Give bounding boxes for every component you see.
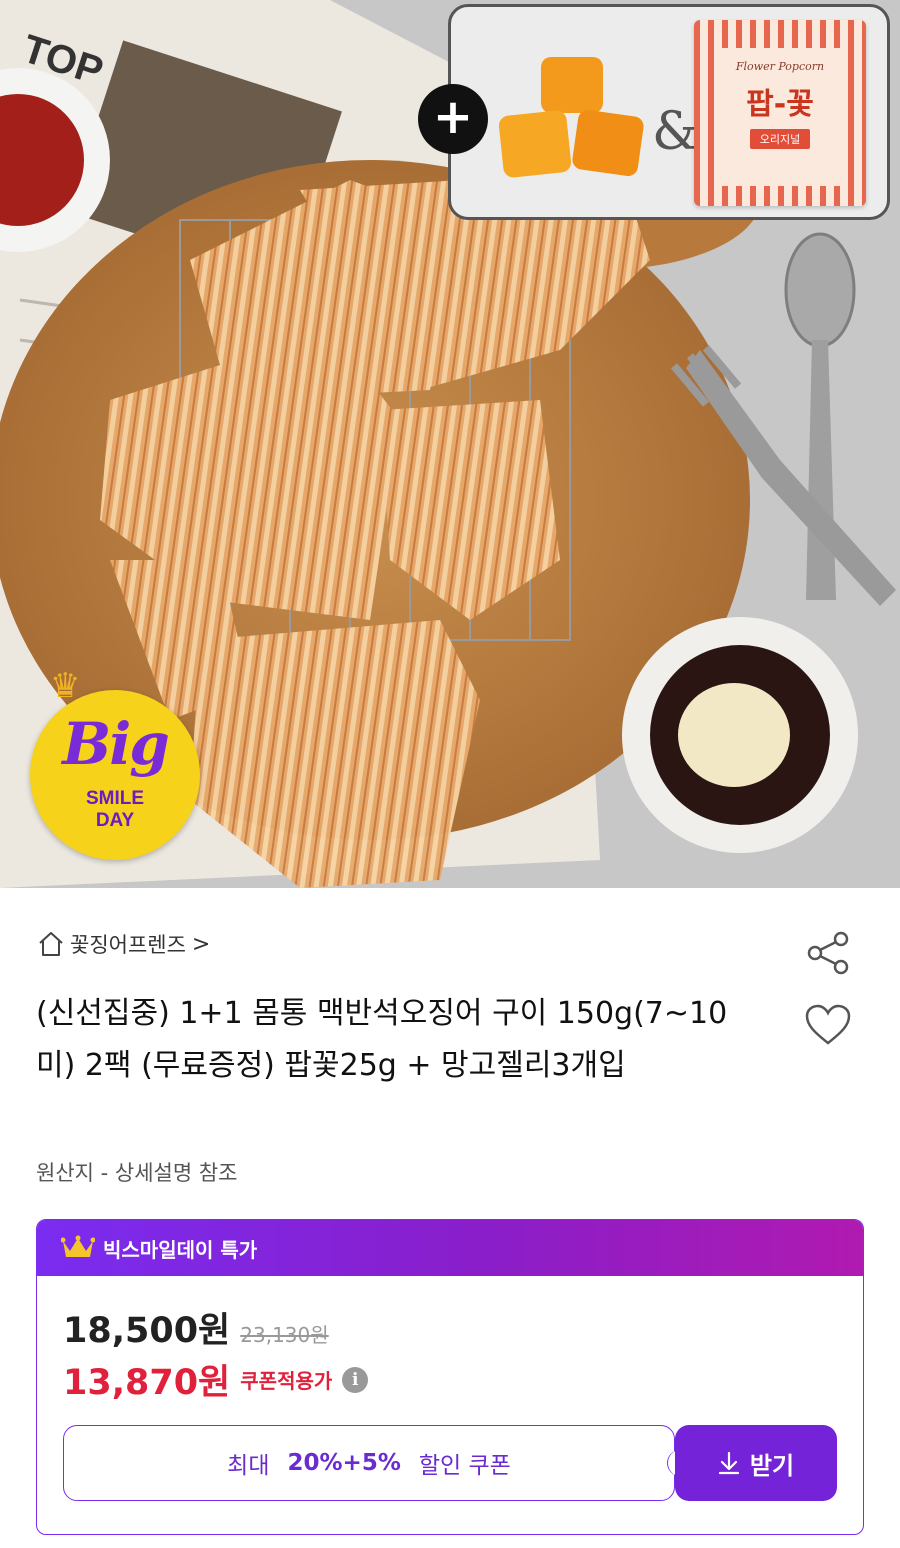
coupon-suffix: 할인 쿠폰 (418, 1453, 511, 1479)
price-card-header: 빅스마일데이 특가 (37, 1220, 863, 1276)
coupon-prefix: 최대 (227, 1453, 270, 1479)
pouch-brand: Flower Popcorn (735, 60, 825, 73)
popcorn-pouch-image: Flower Popcorn 팝-꽃 오리지널 (694, 20, 866, 206)
get-coupon-label: 받기 (749, 1451, 795, 1480)
badge-big-text: Big (62, 710, 170, 778)
badge-day-text: DAY (95, 810, 135, 831)
home-icon (39, 932, 63, 956)
download-icon (718, 1451, 740, 1475)
heart-icon[interactable] (804, 1003, 852, 1047)
store-link[interactable]: 꽃징어프렌즈 > (36, 928, 210, 960)
pouch-sub: 오리지널 (749, 129, 811, 149)
coupon-percent: 20%+5% (287, 1450, 401, 1476)
share-icon[interactable] (806, 930, 852, 976)
crown-icon (61, 1235, 95, 1257)
product-title: (신선집중) 1+1 몸통 맥반석오징어 구이 150g(7~10미) 2팩 (… (36, 996, 728, 1083)
pouch-title: 팝-꽃 (746, 87, 814, 122)
coupon-price-label: 쿠폰적용가 (240, 1369, 333, 1393)
original-price: 23,130원 (240, 1323, 329, 1347)
ampersand: & (652, 102, 699, 162)
badge-smile-text: SMILE (85, 788, 145, 809)
sale-price: 18,500원 (63, 1311, 231, 1351)
price-row: 18,500원 23,130원 (63, 1302, 329, 1353)
coupon-price-row: 13,870원 쿠폰적용가 i (63, 1354, 369, 1405)
product-image[interactable]: TOP SEL ♛ Big SMILE DAY + & Flower Popco… (0, 0, 900, 888)
chevron-right-icon: > (191, 931, 211, 957)
deal-label: 빅스마일데이 특가 (103, 1237, 258, 1262)
coupon-button[interactable]: 최대 20%+5% 할인 쿠폰 (63, 1425, 675, 1501)
big-smile-day-badge: ♛ Big SMILE DAY (30, 666, 200, 860)
info-icon[interactable]: i (342, 1366, 369, 1393)
plus-icon: + (418, 84, 488, 154)
get-coupon-button[interactable]: 받기 (675, 1425, 837, 1501)
store-name: 꽃징어프렌즈 (70, 933, 186, 957)
origin-info: 원산지 - 상세설명 참조 (36, 1161, 238, 1185)
coupon-price: 13,870원 (63, 1363, 231, 1403)
crown-icon: ♛ (50, 666, 81, 706)
price-card: 빅스마일데이 특가 18,500원 23,130원 13,870원 쿠폰적용가 … (36, 1219, 864, 1535)
